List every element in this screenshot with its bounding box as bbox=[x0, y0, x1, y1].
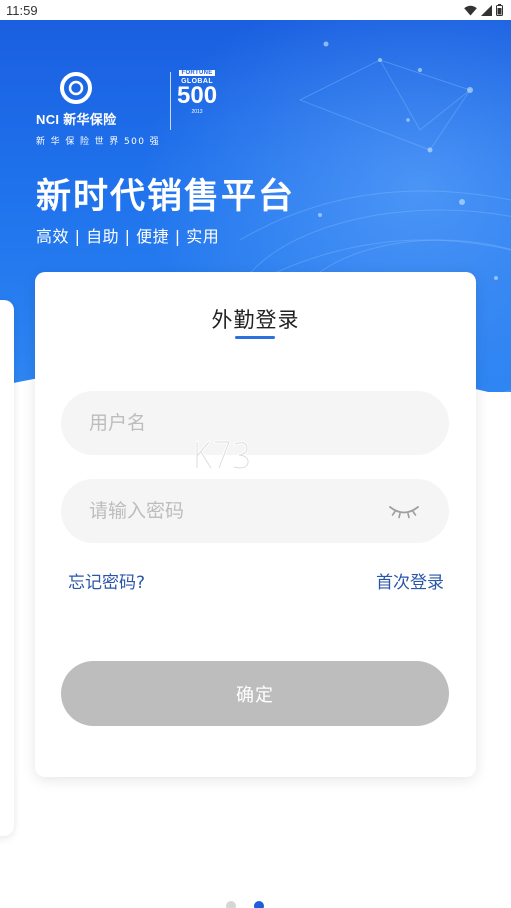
status-icons bbox=[464, 4, 503, 16]
brand-tagline: 新 华 保 险 世 界 500 强 bbox=[36, 137, 161, 147]
auth-links: 忘记密码? 首次登录 bbox=[68, 568, 444, 593]
battery-icon bbox=[496, 4, 503, 16]
nci-logo-icon bbox=[60, 72, 92, 104]
screen: 11:59 NCI 新华保险 新 华 保 险 世 界 500 强 FORTUNE… bbox=[0, 0, 511, 908]
status-bar: 11:59 bbox=[0, 0, 511, 20]
fortune-rank: 500 bbox=[177, 82, 218, 109]
username-field[interactable] bbox=[61, 391, 449, 455]
fortune-year: 2013 bbox=[191, 109, 203, 115]
first-login-link[interactable]: 首次登录 bbox=[376, 568, 444, 593]
pager-dot[interactable] bbox=[226, 901, 236, 908]
title-underline bbox=[235, 336, 275, 339]
hero-subtitle: 高效 | 自助 | 便捷 | 实用 bbox=[36, 227, 220, 246]
confirm-button[interactable]: 确定 bbox=[61, 661, 449, 726]
pager-dot-active[interactable] bbox=[254, 901, 264, 908]
login-card: 外勤登录 忘记密码? 首次登录 确定 bbox=[35, 272, 476, 777]
signal-icon bbox=[481, 4, 492, 16]
brand-logo: NCI 新华保险 新 华 保 险 世 界 500 强 FORTUNE GLOBA… bbox=[36, 70, 217, 147]
login-title: 外勤登录 bbox=[211, 308, 300, 332]
username-input[interactable] bbox=[89, 412, 421, 434]
fortune-label: FORTUNE bbox=[179, 70, 215, 76]
password-input[interactable] bbox=[89, 500, 387, 522]
logo-divider bbox=[170, 72, 172, 130]
password-field[interactable] bbox=[61, 479, 449, 543]
hero-title: 新时代销售平台 bbox=[36, 177, 296, 217]
carousel-card-left[interactable] bbox=[0, 300, 14, 836]
fortune-badge: FORTUNE GLOBAL 500 2013 bbox=[177, 70, 217, 115]
brand-name: NCI 新华保险 bbox=[36, 112, 117, 127]
status-time: 11:59 bbox=[6, 2, 38, 18]
carousel-pager bbox=[226, 901, 264, 908]
eye-closed-icon[interactable] bbox=[387, 501, 421, 521]
wifi-icon bbox=[464, 5, 477, 15]
forgot-password-link[interactable]: 忘记密码? bbox=[68, 568, 145, 593]
